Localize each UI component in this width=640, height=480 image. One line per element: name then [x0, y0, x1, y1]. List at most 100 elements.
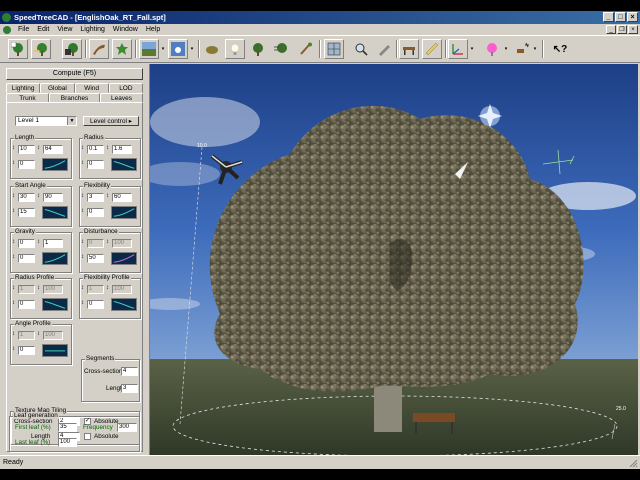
- flexibility-curve-editor[interactable]: [111, 206, 137, 219]
- disturbance-max-field[interactable]: 100: [112, 239, 132, 248]
- maximize-button[interactable]: □: [615, 12, 626, 22]
- doc-close-button[interactable]: ×: [628, 25, 638, 34]
- minimize-button[interactable]: _: [603, 12, 614, 22]
- lock-icon[interactable]: ↕: [81, 145, 84, 151]
- tab-global[interactable]: Global: [40, 83, 75, 93]
- new-tree-icon[interactable]: [8, 39, 28, 59]
- radius-profile-min-field[interactable]: 1: [18, 285, 35, 294]
- flexibility-profile-min-field[interactable]: 1: [87, 285, 104, 294]
- save-tree-icon[interactable]: [62, 39, 82, 59]
- menu-help[interactable]: Help: [142, 26, 164, 33]
- radius-variance-field[interactable]: 0: [87, 160, 104, 169]
- angle-profile-max-field[interactable]: 100: [43, 331, 63, 340]
- lock-icon[interactable]: ↕: [81, 254, 84, 260]
- lock-icon[interactable]: ↕: [37, 239, 40, 245]
- paint-brush-icon[interactable]: [296, 39, 316, 59]
- lock-icon[interactable]: ↕: [12, 346, 15, 352]
- light-bulb-icon[interactable]: [225, 39, 245, 59]
- lock-icon[interactable]: ↕: [12, 145, 15, 151]
- compute-button[interactable]: Compute (F5): [6, 68, 143, 80]
- level-control-button[interactable]: Level control ▸: [83, 116, 139, 126]
- lock-icon[interactable]: ↕: [12, 193, 15, 199]
- lock-icon[interactable]: ↕: [12, 300, 15, 306]
- open-tree-icon[interactable]: [31, 39, 51, 59]
- flexibility-profile-curve-editor[interactable]: [111, 298, 137, 311]
- level-select[interactable]: Level 1 ▼: [15, 116, 77, 126]
- flexibility-variance-field[interactable]: 0: [87, 208, 104, 217]
- flexibility-profile-max-field[interactable]: 100: [112, 285, 132, 294]
- leaf-texture-icon[interactable]: [112, 39, 132, 59]
- gravity-max-field[interactable]: 1: [43, 239, 63, 248]
- gravity-min-field[interactable]: 0: [18, 239, 35, 248]
- ground-dropdown-icon[interactable]: ▾: [159, 39, 167, 59]
- angle-profile-variance-field[interactable]: 0: [18, 346, 35, 355]
- radius-max-field[interactable]: 1.6: [112, 145, 132, 154]
- tab-lighting[interactable]: Lighting: [6, 83, 41, 93]
- segments-length-field[interactable]: 3: [121, 384, 138, 393]
- angle-profile-curve-editor[interactable]: [42, 344, 68, 357]
- lock-icon[interactable]: ↕: [81, 160, 84, 166]
- last-leaf-field[interactable]: 100: [58, 438, 77, 447]
- lock-icon[interactable]: ↕: [106, 145, 109, 151]
- tree-small-icon[interactable]: [248, 39, 268, 59]
- wind-dropdown-icon[interactable]: ▾: [531, 39, 539, 59]
- length-min-field[interactable]: 10: [18, 145, 35, 154]
- ground-texture-icon[interactable]: [139, 39, 159, 59]
- length-max-field[interactable]: 64: [43, 145, 63, 154]
- doc-restore-button[interactable]: ❐: [617, 25, 627, 34]
- disturbance-min-field[interactable]: 0: [87, 239, 104, 248]
- seed-icon[interactable]: [202, 39, 222, 59]
- lock-icon[interactable]: ↕: [37, 193, 40, 199]
- radius-curve-editor[interactable]: [111, 158, 137, 171]
- sky-dropdown-icon[interactable]: ▾: [188, 39, 196, 59]
- bark-texture-icon[interactable]: [89, 39, 109, 59]
- gravity-curve-editor[interactable]: [42, 252, 68, 265]
- flexibility-profile-variance-field[interactable]: 0: [87, 300, 104, 309]
- flexibility-min-field[interactable]: 3: [87, 193, 104, 202]
- lock-icon[interactable]: ↕: [81, 193, 84, 199]
- menu-lighting[interactable]: Lighting: [76, 26, 109, 33]
- segments-cross-field[interactable]: 4: [121, 367, 138, 376]
- radius-profile-max-field[interactable]: 100: [43, 285, 63, 294]
- sky-texture-icon[interactable]: [168, 39, 188, 59]
- length-curve-editor[interactable]: [42, 158, 68, 171]
- flexibility-max-field[interactable]: 60: [112, 193, 132, 202]
- tab-wind[interactable]: Wind: [74, 83, 109, 93]
- menu-edit[interactable]: Edit: [33, 26, 53, 33]
- lock-icon[interactable]: ↕: [12, 254, 15, 260]
- length-variance-field[interactable]: 0: [18, 160, 35, 169]
- lock-icon[interactable]: ↕: [12, 208, 15, 214]
- radius-profile-variance-field[interactable]: 0: [18, 300, 35, 309]
- close-button[interactable]: ×: [627, 12, 638, 22]
- axes-icon[interactable]: [448, 39, 468, 59]
- doc-minimize-button[interactable]: _: [606, 25, 616, 34]
- ball-dropdown-icon[interactable]: ▾: [502, 39, 510, 59]
- lock-icon[interactable]: ↕: [37, 331, 40, 337]
- disturbance-curve-editor[interactable]: [111, 252, 137, 265]
- wind-fan-icon[interactable]: [513, 39, 533, 59]
- menu-file[interactable]: File: [14, 26, 33, 33]
- menu-window[interactable]: Window: [109, 26, 142, 33]
- lock-icon[interactable]: ↕: [12, 160, 15, 166]
- disturbance-variance-field[interactable]: 50: [87, 254, 104, 263]
- start-angle-variance-field[interactable]: 15: [18, 208, 35, 217]
- radius-profile-curve-editor[interactable]: [42, 298, 68, 311]
- document-icon[interactable]: [3, 25, 11, 34]
- pink-ball-icon[interactable]: [482, 39, 502, 59]
- frame-grid-icon[interactable]: [324, 39, 344, 59]
- resize-grip-icon[interactable]: [628, 458, 638, 468]
- first-leaf-field[interactable]: 35: [58, 423, 77, 432]
- lock-icon[interactable]: ↕: [106, 285, 109, 291]
- tree-wind-icon[interactable]: [271, 39, 291, 59]
- start-angle-curve-editor[interactable]: [42, 206, 68, 219]
- lock-icon[interactable]: ↕: [81, 300, 84, 306]
- 3d-viewport[interactable]: 10.0 25.0: [150, 64, 638, 456]
- lock-icon[interactable]: ↕: [12, 331, 15, 337]
- radius-min-field[interactable]: 0.1: [87, 145, 104, 154]
- ruler-icon[interactable]: [422, 39, 442, 59]
- gravity-variance-field[interactable]: 0: [18, 254, 35, 263]
- lock-icon[interactable]: ↕: [12, 239, 15, 245]
- lock-icon[interactable]: ↕: [81, 239, 84, 245]
- help-icon[interactable]: ↖?: [550, 39, 570, 59]
- start-angle-min-field[interactable]: 30: [18, 193, 35, 202]
